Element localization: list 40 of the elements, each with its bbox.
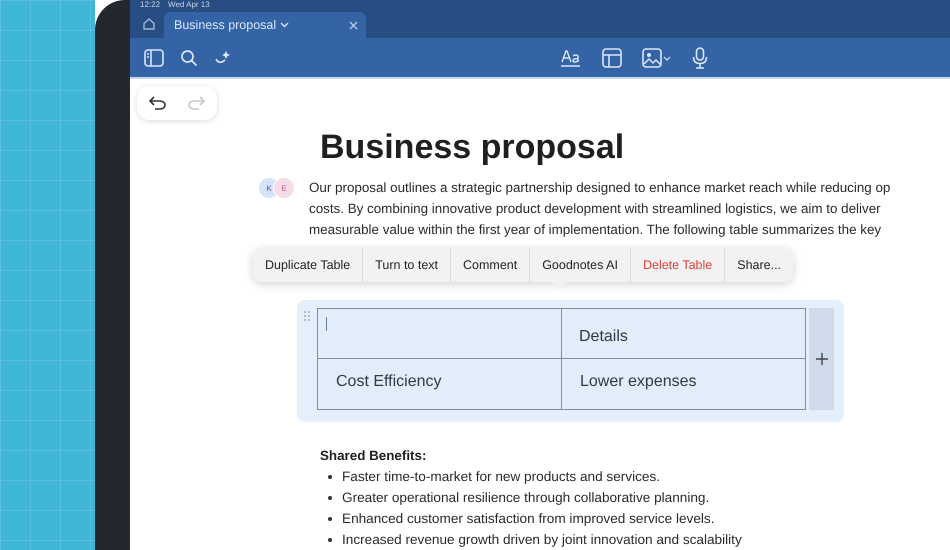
menu-item[interactable]: Share... [725, 248, 794, 282]
text-format-icon[interactable] [560, 48, 582, 68]
plus-icon [816, 353, 828, 365]
table-cell[interactable]: Cost Efficiency [318, 359, 562, 409]
drag-handle-icon[interactable] [303, 310, 311, 322]
image-icon[interactable] [642, 48, 672, 68]
menu-item[interactable]: Duplicate Table [253, 248, 364, 282]
undo-icon[interactable] [149, 96, 167, 110]
collaborator-avatar: E [273, 177, 295, 199]
chevron-icon[interactable] [280, 22, 290, 28]
bullet-icon [328, 474, 332, 478]
document-tab[interactable]: Business proposal [164, 12, 366, 38]
section-heading: Shared Benefits: [320, 447, 428, 465]
table-cell[interactable]: Details [562, 309, 805, 359]
table-icon[interactable] [602, 48, 622, 68]
bullet-icon [328, 496, 332, 500]
close-icon[interactable] [349, 20, 358, 30]
bullet-text: Increased revenue growth driven by joint innovation and scalability [342, 531, 742, 549]
document-title: Business proposal [320, 127, 626, 167]
bullet-icon [328, 538, 332, 542]
status-time: 12:22 [140, 0, 160, 10]
body-paragraph: Our proposal outlines a strategic partnership designed to enhance market reach while reducing op costs. By combining innovative product development with streamlined logistics, we aim to deliver measurable value within the first year of implementation. The following table summarizes the key [309, 179, 890, 239]
bullet-text: Faster time-to-market for new products and services. [342, 468, 660, 486]
bullet-icon [328, 516, 332, 520]
status-date: Wed Apr 13 [168, 0, 210, 10]
search-icon[interactable] [180, 48, 198, 66]
cell-text: Cost Efficiency [336, 373, 442, 391]
menu-item[interactable]: Delete Table [630, 248, 726, 282]
microphone-icon[interactable] [692, 46, 708, 68]
cell-text: Lower expenses [580, 373, 697, 391]
menu-item[interactable]: Turn to text [363, 248, 452, 282]
text-cursor [326, 317, 327, 331]
menu-item[interactable]: Comment [451, 248, 530, 282]
table-cell[interactable]: Lower expenses [562, 359, 805, 409]
bullet-text: Greater operational resilience through collaborative planning. [342, 489, 710, 507]
cell-text: Details [579, 328, 628, 346]
table-cell[interactable] [318, 309, 562, 359]
sidebar-icon[interactable] [144, 48, 164, 66]
tab-title: Business proposal [174, 18, 276, 32]
bullet-text: Enhanced customer satisfaction from improved service levels. [342, 510, 714, 528]
